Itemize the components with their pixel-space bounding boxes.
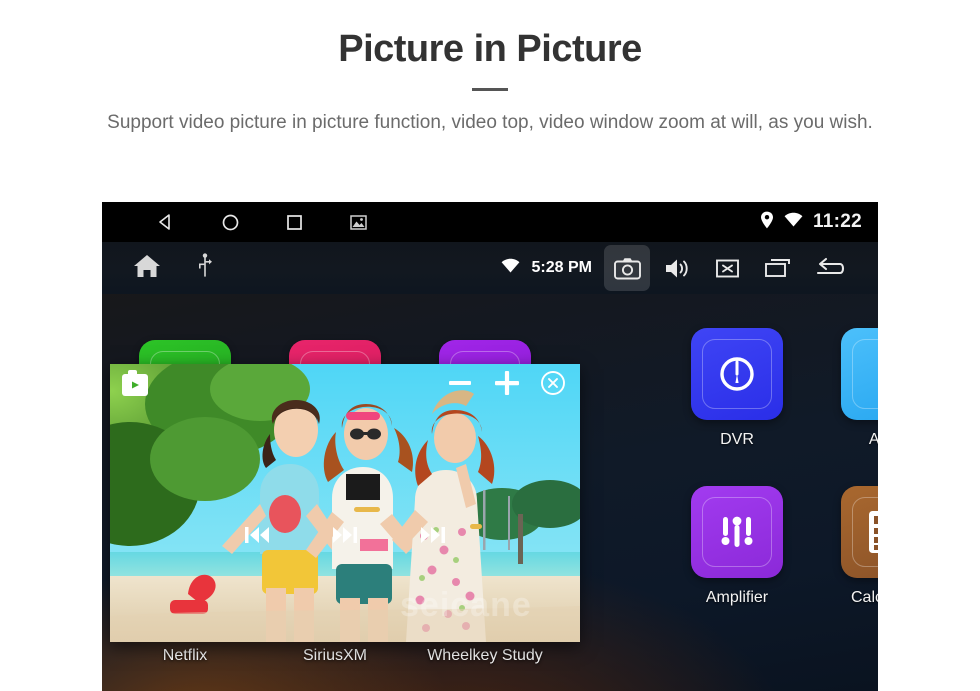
pip-zoom-controls [446,368,566,403]
occluded-app-labels: Netflix SiriusXM Wheelkey Study [110,647,650,665]
launcher-toolbar: 5:28 PM [102,242,878,294]
next-track-icon[interactable] [419,524,447,551]
dvr-tile[interactable] [691,328,783,420]
app-label-netflix: Netflix [162,647,208,664]
back-triangle-icon[interactable] [154,210,178,234]
pip-playback-controls [110,524,580,551]
app-label-amplifier: Amplifier [705,589,769,606]
toolbar-right-group: 5:28 PM [501,245,856,291]
wifi-icon [784,212,803,232]
play-pause-icon[interactable] [331,524,359,551]
zoom-out-icon[interactable] [446,369,474,402]
volume-icon[interactable] [654,245,700,291]
page-subtitle: Support video picture in picture functio… [107,111,873,133]
pip-window[interactable]: seicane [110,364,580,642]
gauge-icon [720,357,754,391]
amplifier-tile[interactable] [691,486,783,578]
app-label-siriusxm: SiriusXM [302,647,367,664]
app-label-calculator: Calculator [850,589,878,606]
app-cell-calculator[interactable]: Calculator [812,486,878,607]
wifi-icon [501,258,520,278]
sliders-icon [721,516,753,547]
device-screen: 11:22 5:28 PM Netflix SiriusXM Wheelkey … [102,202,878,691]
app-label-avin: AVIN [868,431,878,448]
mute-icon[interactable] [704,245,750,291]
screenshot-icon[interactable] [346,210,370,234]
recents-square-icon[interactable] [282,210,306,234]
close-icon[interactable] [540,370,566,401]
status-bar-clock: 11:22 [812,211,862,232]
page-header: Picture in Picture Support video picture… [0,0,980,136]
location-pin-icon [760,211,774,234]
zoom-in-icon[interactable] [492,368,522,403]
video-watermark: seicane [400,586,532,624]
av-plug-icon [864,351,878,397]
video-record-icon[interactable] [122,370,148,396]
app-label-wheelkey-study: Wheelkey Study [427,647,543,664]
recent-apps-icon[interactable] [754,245,800,291]
pip-control-bar [110,364,580,406]
home-circle-icon[interactable] [218,210,242,234]
android-status-bar: 11:22 [102,202,878,242]
previous-track-icon[interactable] [243,524,271,551]
calculator-tile[interactable] [841,486,878,578]
camera-icon[interactable] [604,245,650,291]
calculator-icon [869,511,878,553]
title-divider [472,87,508,91]
back-arrow-icon[interactable] [804,245,856,291]
page-title: Picture in Picture [338,28,642,70]
toolbar-clock: 5:28 PM [531,259,592,276]
app-grid: DVR AVIN [662,328,878,644]
app-label-dvr: DVR [720,431,754,448]
app-cell-amplifier[interactable]: Amplifier [662,486,812,607]
status-bar-indicators: 11:22 [760,211,862,234]
avin-tile[interactable] [841,328,878,420]
app-cell-dvr[interactable]: DVR [662,328,812,449]
toolbar-left-group [132,252,212,284]
app-cell-avin[interactable]: AVIN [812,328,878,449]
usb-icon[interactable] [198,252,212,284]
home-icon[interactable] [132,253,162,284]
android-nav-buttons [154,210,370,234]
